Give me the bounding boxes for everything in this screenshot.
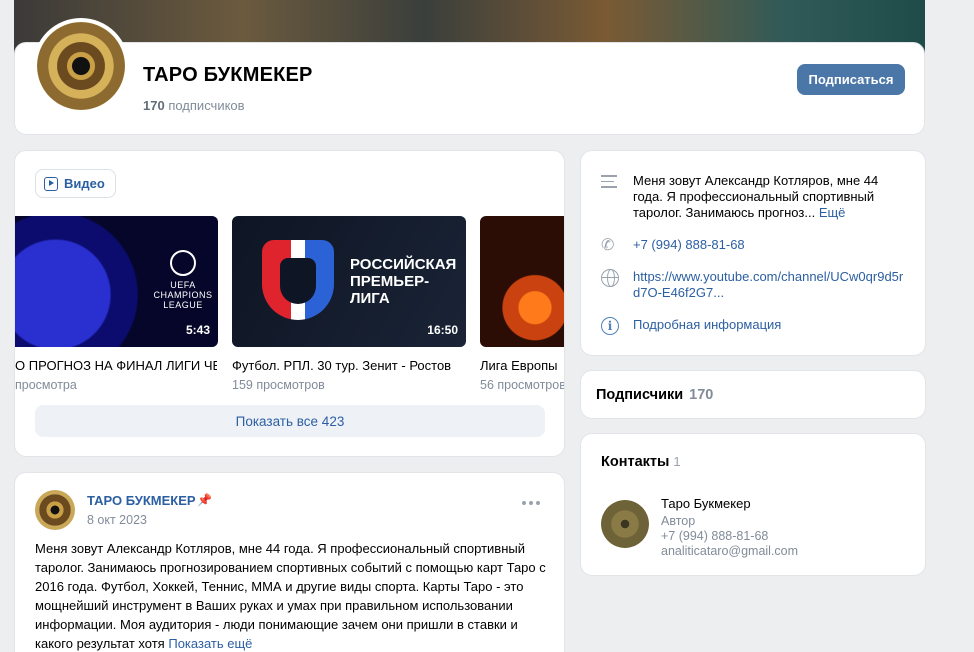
info-block: Меня зовут Александр Котляров, мне 44 го… — [580, 150, 926, 356]
subscribers-count[interactable]: 170 подписчиков — [143, 98, 245, 113]
website-link[interactable]: https://www.youtube.com/channel/UCw0qr9d… — [633, 269, 908, 301]
more-options-icon[interactable] — [522, 501, 540, 505]
video-duration: 5:43 — [185, 323, 210, 337]
phone-icon: ✆ — [601, 237, 615, 254]
details-link[interactable]: Подробная информация — [633, 317, 781, 333]
video-thumbnail[interactable] — [480, 216, 564, 347]
show-more-link[interactable]: Показать ещё — [168, 636, 252, 651]
globe-icon — [601, 269, 619, 287]
post-author[interactable]: ТАРО БУКМЕКЕР — [87, 493, 196, 508]
contacts-heading-count: 1 — [673, 454, 681, 469]
phone-link[interactable]: +7 (994) 888-81-68 — [633, 237, 745, 253]
video-views: 159 просмотров — [232, 378, 325, 392]
contacts-heading-label: Контакты — [601, 454, 670, 470]
subscribers-block[interactable]: Подписчики 170 — [580, 370, 926, 419]
logo-top-text: UEFA — [170, 280, 196, 290]
pin-icon: 📌 — [197, 493, 212, 507]
video-thumbnail[interactable]: РОССИЙСКАЯ ПРЕМЬЕР-ЛИГА 16:50 — [232, 216, 466, 347]
description-more-link[interactable]: Ещё — [819, 205, 846, 220]
contact-role: Автор — [661, 514, 696, 528]
subscribe-button[interactable]: Подписаться — [797, 64, 905, 95]
subscribers-heading-count: 170 — [689, 387, 714, 403]
contacts-block: Контакты 1 Таро Букмекер Автор +7 (994) 8… — [580, 433, 926, 576]
post-author-avatar[interactable] — [35, 490, 75, 530]
info-details[interactable]: i Подробная информация — [601, 317, 781, 335]
video-icon — [44, 176, 58, 191]
logo-text: РОССИЙСКАЯ ПРЕМЬЕР-ЛИГА — [350, 256, 457, 307]
video-views: просмотра — [15, 378, 77, 392]
description-icon — [601, 173, 617, 193]
show-all-videos-button[interactable]: Показать все 423 — [35, 405, 545, 437]
contacts-heading[interactable]: Контакты 1 — [601, 454, 681, 470]
subscribers-number: 170 — [143, 98, 165, 113]
contact-avatar[interactable] — [601, 500, 649, 548]
video-title[interactable]: Лига Европы — [480, 358, 564, 373]
rpl-bear-logo — [262, 240, 334, 320]
contact-phone: +7 (994) 888-81-68 — [661, 529, 769, 543]
group-avatar[interactable] — [33, 18, 129, 114]
video-duration: 16:50 — [427, 323, 458, 337]
post-body: Меня зовут Александр Котляров, мне 44 го… — [35, 541, 546, 651]
contact-email: analiticataro@gmail.com — [661, 544, 799, 558]
video-title[interactable]: Футбол. РПЛ. 30 тур. Зенит - Ростов — [232, 358, 466, 373]
subscribers-heading-label: Подписчики — [596, 387, 684, 403]
post-text: Меня зовут Александр Котляров, мне 44 го… — [35, 539, 547, 652]
contact-name[interactable]: Таро Букмекер — [661, 496, 751, 511]
post: ТАРО БУКМЕКЕР 📌 8 окт 2023 Меня зовут Ал… — [14, 472, 565, 652]
info-website[interactable]: https://www.youtube.com/channel/UCw0qr9d… — [601, 269, 908, 301]
video-views: 56 просмотров — [480, 378, 565, 392]
starball-icon — [170, 250, 196, 276]
group-header: ТАРО БУКМЕКЕР 170 подписчиков Подписатьс… — [14, 42, 925, 135]
champions-league-logo: UEFA CHAMPIONS LEAGUE — [143, 250, 218, 310]
subscribers-label: подписчиков — [168, 98, 245, 113]
logo-text: CHAMPIONS LEAGUE — [153, 290, 213, 310]
videos-tab-label: Видео — [64, 176, 105, 191]
post-date[interactable]: 8 окт 2023 — [87, 513, 147, 527]
videos-block: Видео UEFA CHAMPIONS LEAGUE 5:43 РОССИЙС… — [14, 150, 565, 457]
info-icon: i — [601, 317, 619, 335]
video-title[interactable]: О ПРОГНОЗ НА ФИНАЛ ЛИГИ ЧЕМПИОНОВ — [15, 358, 217, 373]
videos-tab[interactable]: Видео — [35, 169, 116, 198]
subscribers-heading: Подписчики 170 — [596, 387, 713, 403]
info-phone[interactable]: ✆ +7 (994) 888-81-68 — [601, 237, 745, 257]
group-title: ТАРО БУКМЕКЕР — [143, 64, 313, 86]
video-thumbnail[interactable]: UEFA CHAMPIONS LEAGUE 5:43 — [15, 216, 218, 347]
info-description: Меня зовут Александр Котляров, мне 44 го… — [601, 173, 903, 221]
